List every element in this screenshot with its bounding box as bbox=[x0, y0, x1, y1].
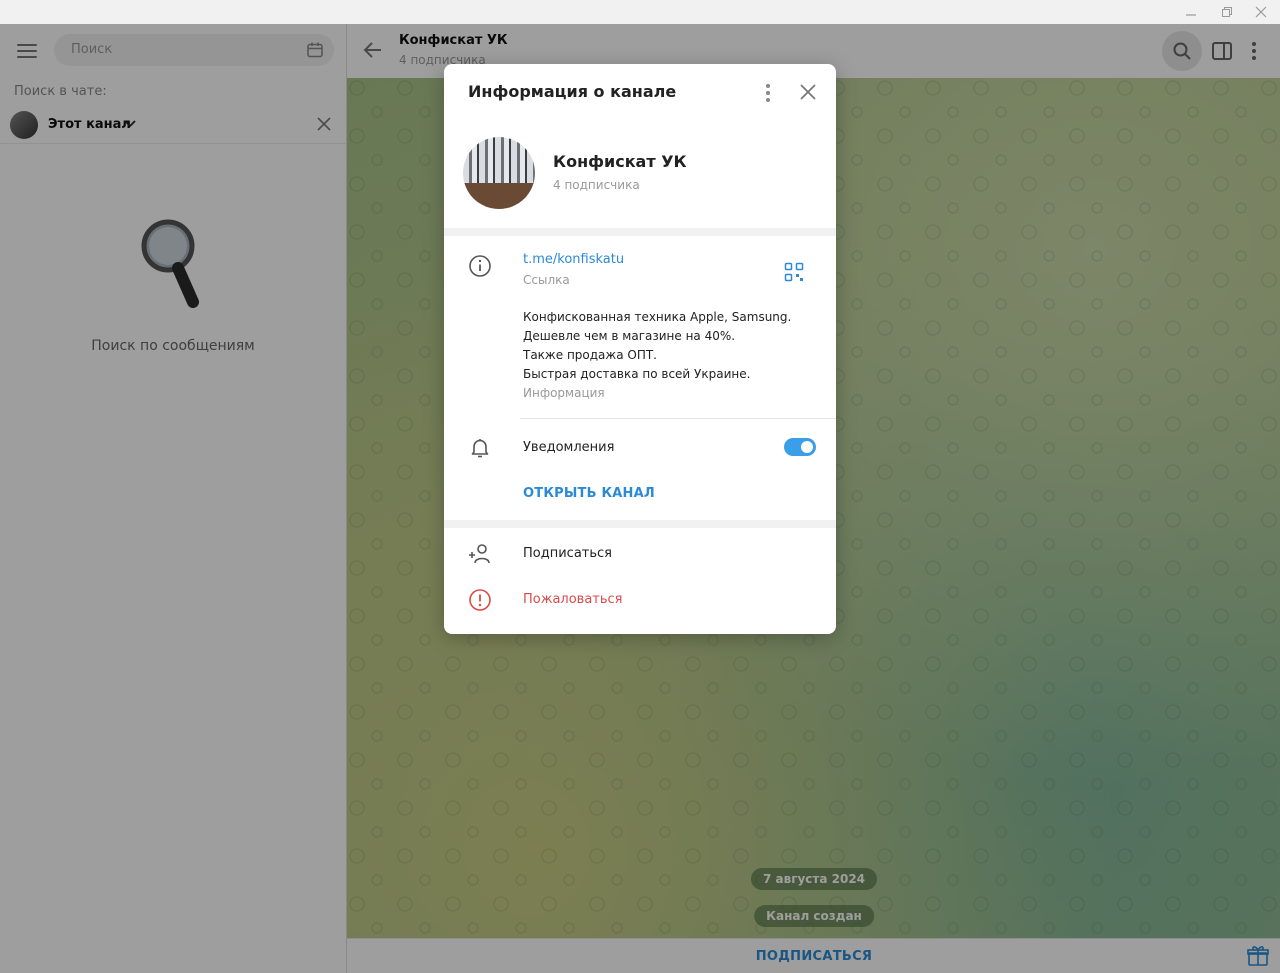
description-label: Информация bbox=[523, 386, 605, 400]
toggle-knob bbox=[799, 439, 815, 455]
report-button[interactable]: Пожаловаться bbox=[523, 592, 623, 607]
description-line: Дешевле чем в магазине на 40%. bbox=[523, 329, 736, 343]
restore-button[interactable] bbox=[1212, 2, 1242, 22]
notifications-label: Уведомления bbox=[523, 440, 615, 455]
close-icon[interactable] bbox=[798, 82, 818, 102]
description-line: Быстрая доставка по всей Украине. bbox=[523, 367, 751, 381]
dialog-title: Информация о канале bbox=[468, 82, 677, 101]
channel-info-dialog: Информация о канале Конфискат УК 4 подпи… bbox=[444, 64, 836, 634]
restore-icon bbox=[1222, 7, 1232, 17]
section-separator bbox=[444, 228, 836, 236]
description-line: Конфискованная техника Apple, Samsung. bbox=[523, 310, 792, 324]
channel-link[interactable]: t.me/konfiskatu bbox=[523, 252, 624, 267]
minimize-button[interactable] bbox=[1176, 2, 1206, 22]
channel-avatar[interactable] bbox=[463, 137, 535, 209]
report-icon bbox=[469, 589, 491, 611]
subscribe-button[interactable]: Подписаться bbox=[523, 546, 612, 561]
channel-name: Конфискат УК bbox=[553, 152, 687, 171]
bell-icon bbox=[471, 439, 489, 458]
info-icon bbox=[469, 255, 491, 277]
qr-code-icon[interactable] bbox=[784, 262, 804, 282]
more-vertical-icon[interactable] bbox=[758, 82, 778, 104]
channel-description: Конфискованная техника Apple, Samsung. Д… bbox=[523, 308, 813, 384]
description-line: Также продажа ОПТ. bbox=[523, 348, 657, 362]
add-user-icon bbox=[469, 544, 490, 564]
minimize-icon bbox=[1186, 14, 1196, 16]
link-label: Ссылка bbox=[523, 273, 570, 287]
open-channel-button[interactable]: ОТКРЫТЬ КАНАЛ bbox=[523, 486, 655, 501]
subscriber-count: 4 подписчика bbox=[553, 178, 640, 192]
section-separator bbox=[444, 520, 836, 528]
window-titlebar bbox=[0, 0, 1280, 24]
close-window-button[interactable] bbox=[1246, 2, 1276, 22]
divider bbox=[520, 418, 836, 419]
notifications-toggle[interactable] bbox=[784, 438, 816, 456]
close-icon bbox=[1255, 6, 1267, 18]
